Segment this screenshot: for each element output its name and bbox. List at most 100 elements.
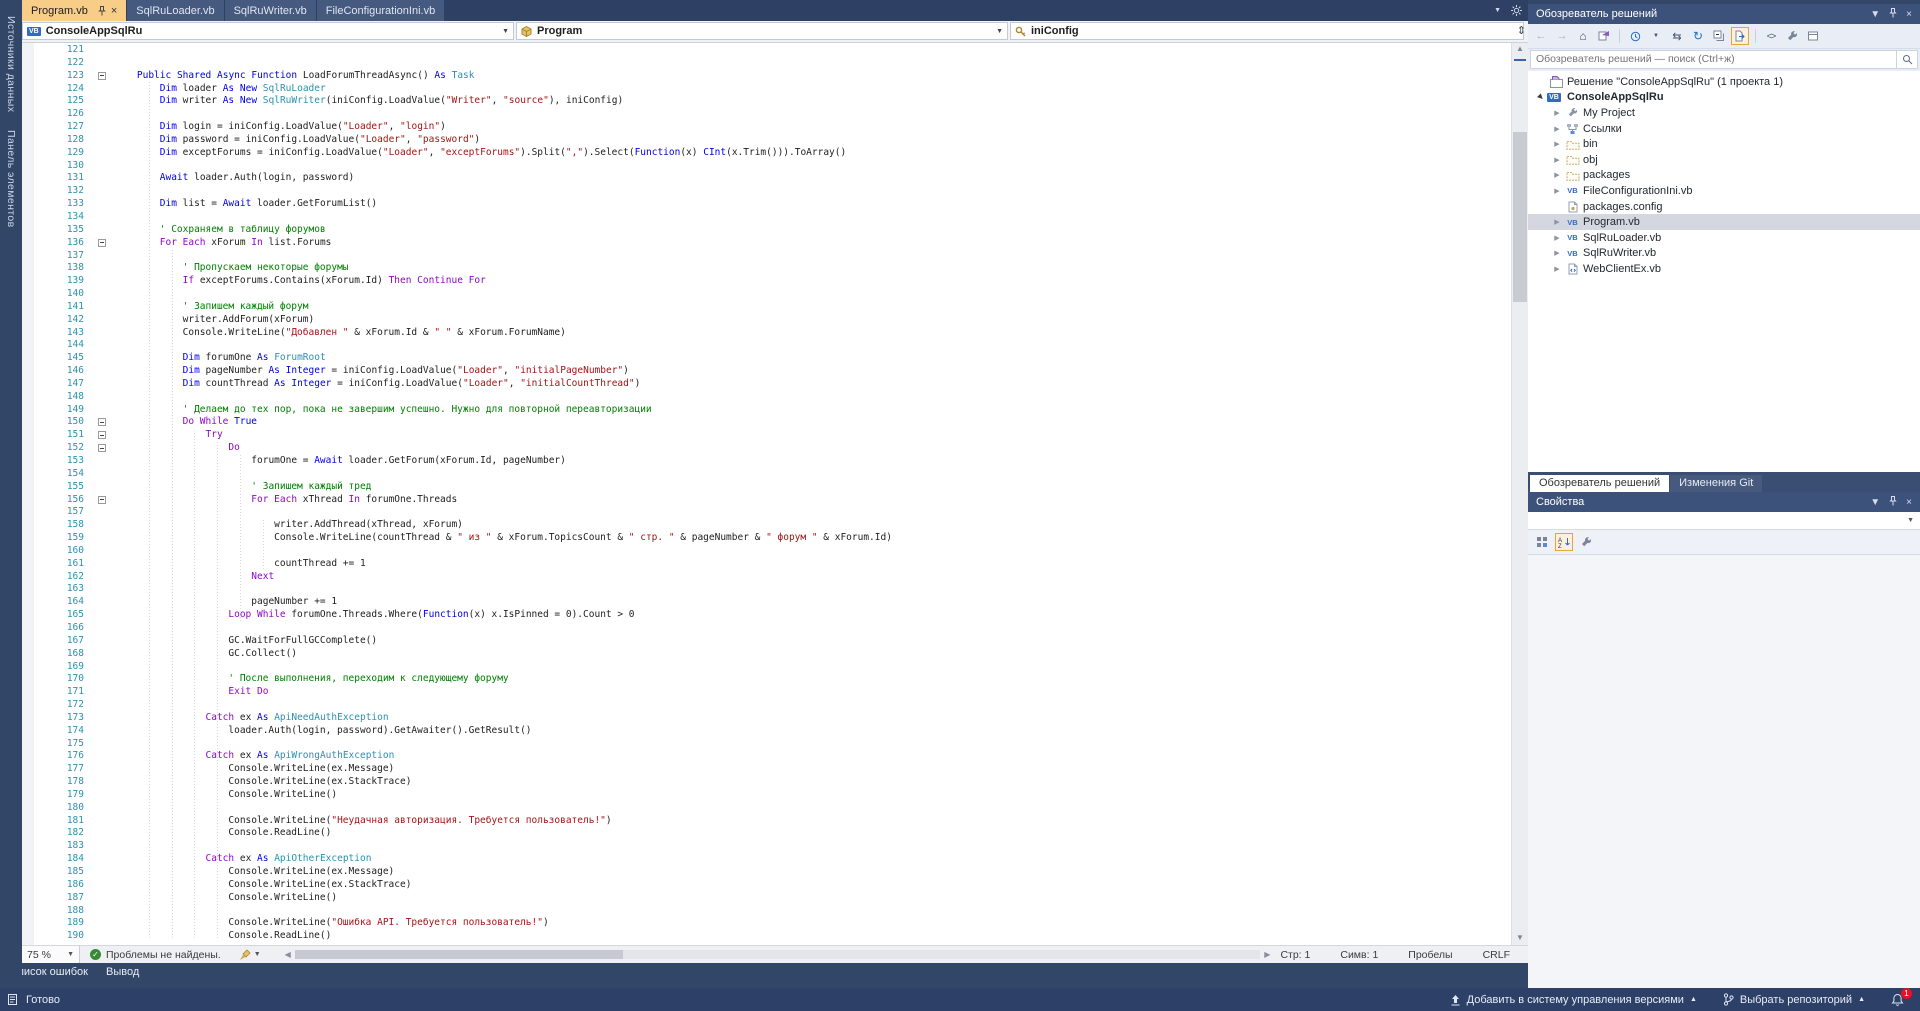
code-area[interactable]: 121 122 123 Public Shared Async Function L…: [34, 44, 1511, 943]
properties-wrench-icon[interactable]: [1783, 27, 1801, 45]
fold-collapse-icon[interactable]: [98, 418, 106, 427]
tree-item[interactable]: Решение "ConsoleAppSqlRu" (1 проекта 1): [1528, 74, 1920, 90]
properties-object-dropdown[interactable]: ▼: [1528, 512, 1920, 530]
tree-item[interactable]: ▶ VB SqlRuLoader.vb: [1528, 230, 1920, 246]
scroll-up-icon[interactable]: ▲: [1512, 42, 1528, 56]
code-line[interactable]: 126: [34, 108, 1511, 121]
preview-selected-icon[interactable]: [1804, 27, 1822, 45]
code-line[interactable]: 171 Exit Do: [34, 686, 1511, 699]
gear-icon[interactable]: [1511, 5, 1522, 16]
code-line[interactable]: 134: [34, 211, 1511, 224]
code-line[interactable]: 133 Dim list = Await loader.GetForumList…: [34, 198, 1511, 211]
collapse-all-icon[interactable]: [1710, 27, 1728, 45]
fold-collapse-icon[interactable]: [98, 238, 106, 247]
expand-arrow-icon[interactable]: ▶: [1550, 125, 1564, 133]
code-line[interactable]: 184 Catch ex As ApiOtherException: [34, 853, 1511, 866]
code-line[interactable]: 141 ' Запишем каждый форум: [34, 301, 1511, 314]
expand-arrow-icon[interactable]: ▶: [1550, 249, 1564, 257]
timer-filter-icon[interactable]: [1626, 27, 1644, 45]
code-line[interactable]: 166: [34, 622, 1511, 635]
code-line[interactable]: 129 Dim exceptForums = iniConfig.LoadVal…: [34, 147, 1511, 160]
refresh-icon[interactable]: ↻: [1689, 27, 1707, 45]
tab-list-chevron-icon[interactable]: ▼: [1494, 7, 1501, 14]
expand-arrow-icon[interactable]: ▶: [1550, 140, 1564, 148]
fold-margin[interactable]: [96, 70, 114, 83]
tree-item[interactable]: ▶ My Project: [1528, 105, 1920, 121]
fold-margin[interactable]: [96, 416, 114, 429]
code-line[interactable]: 173 Catch ex As ApiNeedAuthException: [34, 712, 1511, 725]
expand-arrow-icon[interactable]: ▶: [1550, 187, 1564, 195]
code-line[interactable]: 162 Next: [34, 571, 1511, 584]
pin-icon[interactable]: [1889, 7, 1897, 21]
code-line[interactable]: 121: [34, 44, 1511, 57]
tree-item[interactable]: packages.config: [1528, 199, 1920, 215]
expand-arrow-icon[interactable]: ▶: [1550, 218, 1564, 226]
scrollbar-thumb[interactable]: [1513, 132, 1527, 302]
tree-item[interactable]: ▶ obj: [1528, 152, 1920, 168]
show-all-files-icon[interactable]: [1731, 27, 1749, 45]
code-line[interactable]: 155 ' Запишем каждый тред: [34, 481, 1511, 494]
collapse-arrow-icon[interactable]: ▶: [1533, 90, 1549, 106]
scroll-down-icon[interactable]: ▼: [1512, 931, 1528, 945]
code-line[interactable]: 136 For Each xForum In list.Forums: [34, 237, 1511, 250]
editor-horizontal-scrollbar[interactable]: ◀ ▶: [285, 950, 1270, 959]
expand-arrow-icon[interactable]: ▶: [1550, 109, 1564, 117]
code-line[interactable]: 160: [34, 545, 1511, 558]
fold-collapse-icon[interactable]: [98, 431, 106, 440]
split-window-icon[interactable]: ⇕: [1517, 24, 1526, 37]
tree-item[interactable]: ▶ VB FileConfigurationIni.vb: [1528, 183, 1920, 199]
pin-icon[interactable]: [98, 5, 106, 16]
fold-margin[interactable]: [96, 429, 114, 442]
code-line[interactable]: 124 Dim loader As New SqlRuLoader: [34, 83, 1511, 96]
code-line[interactable]: 158 writer.AddThread(xThread, xForum): [34, 519, 1511, 532]
code-line[interactable]: 170 ' После выполнения, переходим к след…: [34, 673, 1511, 686]
tool-window-tab[interactable]: Изменения Git: [1670, 475, 1763, 492]
fold-margin[interactable]: [96, 237, 114, 250]
tree-item[interactable]: ▶ packages: [1528, 168, 1920, 184]
search-input[interactable]: [1530, 49, 1897, 69]
code-line[interactable]: 146 Dim pageNumber As Integer = iniConfi…: [34, 365, 1511, 378]
code-line[interactable]: 169: [34, 661, 1511, 674]
view-code-icon[interactable]: <>: [1762, 27, 1780, 45]
notifications-button[interactable]: 1: [1891, 987, 1912, 1007]
code-line[interactable]: 151 Try: [34, 429, 1511, 442]
home-icon[interactable]: ⌂: [1574, 27, 1592, 45]
dropdown-icon[interactable]: ▼: [1647, 27, 1665, 45]
code-line[interactable]: 188: [34, 905, 1511, 918]
code-line[interactable]: 144: [34, 339, 1511, 352]
document-tab[interactable]: SqlRuLoader.vb: [127, 0, 224, 21]
code-line[interactable]: 148: [34, 391, 1511, 404]
expand-arrow-icon[interactable]: ▶: [1550, 171, 1564, 179]
code-line[interactable]: 189 Console.WriteLine("Ошибка API. Требу…: [34, 917, 1511, 930]
tree-item[interactable]: ▶ WebClientEx.vb: [1528, 261, 1920, 277]
code-line[interactable]: 143 Console.WriteLine("Добавлен " & xFor…: [34, 327, 1511, 340]
code-line[interactable]: 156 For Each xThread In forumOne.Threads: [34, 494, 1511, 507]
code-line[interactable]: 174 loader.Auth(login, password).GetAwai…: [34, 725, 1511, 738]
tree-item[interactable]: ▶ bin: [1528, 136, 1920, 152]
code-line[interactable]: 131 Await loader.Auth(login, password): [34, 172, 1511, 185]
close-icon[interactable]: ×: [1906, 9, 1912, 20]
code-line[interactable]: 168 GC.Collect(): [34, 648, 1511, 661]
fold-collapse-icon[interactable]: [98, 71, 106, 80]
scroll-left-icon[interactable]: ◀: [285, 950, 291, 959]
code-line[interactable]: 123 Public Shared Async Function LoadFor…: [34, 70, 1511, 83]
member-dropdown[interactable]: iniConfig: [1010, 22, 1524, 40]
add-to-source-control-button[interactable]: Добавить в систему управления версиями ▲: [1450, 994, 1697, 1006]
search-icon[interactable]: [1897, 49, 1918, 69]
code-line[interactable]: 180: [34, 802, 1511, 815]
code-line[interactable]: 145 Dim forumOne As ForumRoot: [34, 352, 1511, 365]
code-line[interactable]: 128 Dim password = iniConfig.LoadValue("…: [34, 134, 1511, 147]
code-line[interactable]: 137: [34, 250, 1511, 263]
editor-vertical-scrollbar[interactable]: ▲ ▼: [1511, 42, 1528, 945]
window-menu-icon[interactable]: ▼: [1870, 497, 1880, 508]
code-editor[interactable]: 121 122 123 Public Shared Async Function L…: [22, 42, 1528, 945]
caret-line-indicator[interactable]: Стр: 1: [1280, 949, 1310, 961]
categorized-icon[interactable]: [1533, 533, 1551, 551]
tool-window-tab[interactable]: Обозреватель решений: [1530, 475, 1670, 492]
tree-item[interactable]: ▶ VB ConsoleAppSqlRu: [1528, 90, 1920, 106]
code-line[interactable]: 159 Console.WriteLine(countThread & " из…: [34, 532, 1511, 545]
code-line[interactable]: 176 Catch ex As ApiWrongAuthException: [34, 750, 1511, 763]
expand-arrow-icon[interactable]: ▶: [1550, 265, 1564, 273]
indentation-indicator[interactable]: Пробелы: [1408, 949, 1452, 961]
code-line[interactable]: 149 ' Делаем до тех пор, пока не заверши…: [34, 404, 1511, 417]
